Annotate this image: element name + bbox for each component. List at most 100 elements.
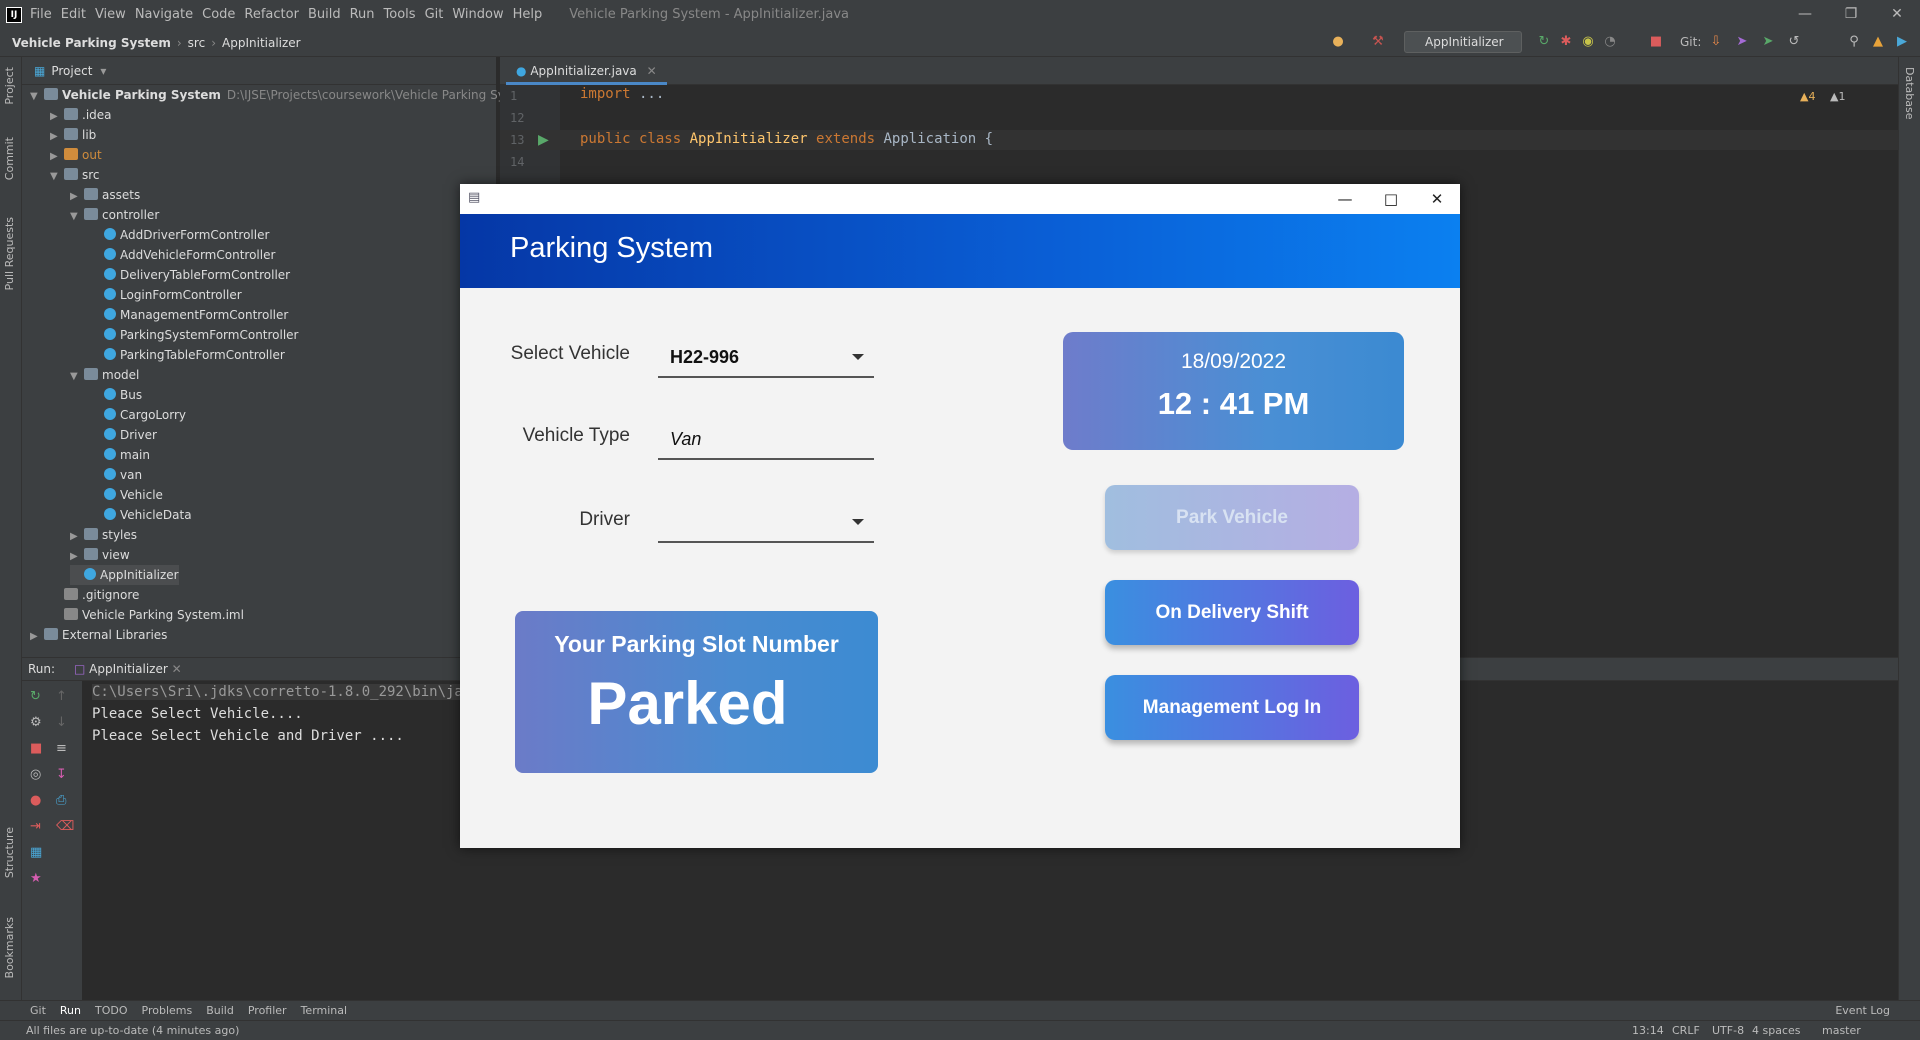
- tree-item[interactable]: Vehicle Parking System.iml: [50, 605, 244, 625]
- breadcrumb-project[interactable]: Vehicle Parking System: [12, 36, 171, 50]
- rerun-icon[interactable]: ↻: [1536, 34, 1552, 50]
- select-vehicle-combobox[interactable]: H22-996: [658, 336, 874, 378]
- status-message[interactable]: All files are up-to-date (4 minutes ago): [26, 1021, 239, 1040]
- menu-build[interactable]: Build: [308, 7, 341, 22]
- management-login-button[interactable]: Management Log In: [1105, 675, 1359, 740]
- chevron-down-icon[interactable]: ▼: [70, 367, 84, 387]
- settings-icon[interactable]: ⚙: [30, 715, 42, 730]
- update-icon[interactable]: ▲: [1870, 34, 1886, 50]
- layout-icon[interactable]: ▦: [30, 845, 42, 860]
- chevron-down-icon[interactable]: ▼: [50, 167, 64, 187]
- camera-icon[interactable]: ◎: [30, 767, 41, 782]
- code-with-me-icon[interactable]: ▶: [1894, 34, 1910, 50]
- breadcrumb-file[interactable]: AppInitializer: [222, 36, 301, 50]
- chevron-down-icon[interactable]: ▼: [30, 87, 44, 107]
- tree-item-root[interactable]: ▼ Vehicle Parking System D:\IJSE\Projects\…: [30, 85, 535, 105]
- tree-item[interactable]: main: [90, 445, 150, 465]
- tree-item[interactable]: Driver: [90, 425, 157, 445]
- tool-tab-project[interactable]: Project: [3, 67, 16, 105]
- debug-icon[interactable]: ✱: [1558, 34, 1574, 50]
- soft-wrap-icon[interactable]: ≡: [56, 741, 67, 756]
- tool-tab-profiler[interactable]: Profiler: [248, 1004, 287, 1017]
- indent-setting[interactable]: 4 spaces: [1752, 1021, 1801, 1040]
- tree-item[interactable]: AddVehicleFormController: [90, 245, 275, 265]
- close-icon[interactable]: ✕: [1874, 0, 1920, 29]
- close-tab-icon[interactable]: ✕: [647, 64, 657, 78]
- run-gutter-icon[interactable]: ▶: [538, 132, 549, 148]
- chevron-right-icon[interactable]: ▶: [30, 627, 44, 647]
- tool-tab-todo[interactable]: TODO: [95, 1004, 128, 1017]
- tool-tab-event-log[interactable]: Event Log: [1835, 1004, 1890, 1017]
- menu-tools[interactable]: Tools: [384, 7, 416, 22]
- tree-item[interactable]: ManagementFormController: [90, 305, 288, 325]
- park-vehicle-button[interactable]: Park Vehicle: [1105, 485, 1359, 550]
- restore-icon[interactable]: ❐: [1828, 0, 1874, 29]
- close-icon[interactable]: ✕: [1414, 184, 1460, 214]
- run-tab[interactable]: □ AppInitializer ✕: [74, 662, 182, 676]
- tree-item[interactable]: ▶ .idea: [50, 105, 112, 125]
- menu-refactor[interactable]: Refactor: [244, 7, 299, 22]
- chevron-down-icon[interactable]: ▾: [100, 64, 106, 78]
- tree-item[interactable]: van: [90, 465, 142, 485]
- tree-item[interactable]: ▼ src: [50, 165, 100, 185]
- driver-combobox[interactable]: [658, 501, 874, 543]
- git-commit-icon[interactable]: ➤: [1734, 34, 1750, 50]
- history-icon[interactable]: ↺: [1786, 34, 1802, 50]
- menu-view[interactable]: View: [95, 7, 126, 22]
- arrow-down-icon[interactable]: ↓: [56, 715, 67, 730]
- tool-tab-structure[interactable]: Structure: [3, 827, 16, 878]
- plug-icon[interactable]: ●: [30, 793, 41, 808]
- tool-tab-commit[interactable]: Commit: [3, 137, 16, 180]
- minimize-icon[interactable]: —: [1322, 184, 1368, 214]
- scroll-to-end-icon[interactable]: ↧: [56, 767, 67, 782]
- tree-item[interactable]: ▶ out: [50, 145, 102, 165]
- breadcrumb-src[interactable]: src: [188, 36, 206, 50]
- tree-item[interactable]: ▶ view: [70, 545, 130, 565]
- warning-icon[interactable]: ▲4: [1800, 90, 1815, 103]
- on-delivery-shift-button[interactable]: On Delivery Shift: [1105, 580, 1359, 645]
- tree-item[interactable]: ▼ model: [70, 365, 139, 385]
- tree-item[interactable]: ParkingTableFormController: [90, 345, 285, 365]
- tree-item[interactable]: AddDriverFormController: [90, 225, 269, 245]
- tool-tab-database[interactable]: Database: [1903, 67, 1916, 120]
- tree-item[interactable]: CargoLorry: [90, 405, 186, 425]
- tree-item[interactable]: DeliveryTableFormController: [90, 265, 290, 285]
- tree-item[interactable]: ▶ assets: [70, 185, 140, 205]
- project-panel-title[interactable]: Project: [51, 64, 92, 78]
- git-branch[interactable]: master: [1822, 1021, 1861, 1040]
- line-separator[interactable]: CRLF: [1672, 1021, 1700, 1040]
- tool-tab-problems[interactable]: Problems: [142, 1004, 193, 1017]
- coverage-icon[interactable]: ◉: [1580, 34, 1596, 50]
- tree-item[interactable]: LoginFormController: [90, 285, 242, 305]
- profile-icon[interactable]: ◔: [1602, 34, 1618, 50]
- minimize-icon[interactable]: —: [1782, 0, 1828, 29]
- menu-edit[interactable]: Edit: [61, 7, 86, 22]
- trash-icon[interactable]: ⌫: [56, 819, 74, 834]
- git-update-icon[interactable]: ⇩: [1708, 34, 1724, 50]
- maximize-icon[interactable]: □: [1368, 184, 1414, 214]
- tool-tab-pull-requests[interactable]: Pull Requests: [3, 217, 16, 290]
- vehicle-type-field[interactable]: Van: [658, 418, 874, 460]
- chevron-right-icon[interactable]: ▶: [70, 547, 84, 567]
- arrow-up-icon[interactable]: ↑: [56, 689, 67, 704]
- menu-navigate[interactable]: Navigate: [135, 7, 193, 22]
- exit-icon[interactable]: ⇥: [30, 819, 41, 834]
- hammer-icon[interactable]: ⚒: [1370, 34, 1386, 50]
- menu-help[interactable]: Help: [513, 7, 543, 22]
- search-icon[interactable]: ⚲: [1846, 34, 1862, 50]
- caret-position[interactable]: 13:14: [1632, 1021, 1664, 1040]
- tree-item[interactable]: ParkingSystemFormController: [90, 325, 299, 345]
- print-icon[interactable]: ⎙: [56, 793, 66, 808]
- chevron-right-icon[interactable]: ▶: [50, 147, 64, 167]
- chevron-right-icon[interactable]: ▶: [50, 127, 64, 147]
- stop-icon[interactable]: ■: [1648, 34, 1664, 50]
- menu-git[interactable]: Git: [425, 7, 444, 22]
- tree-item[interactable]: ▶ External Libraries: [30, 625, 167, 645]
- rerun-icon[interactable]: ↻: [30, 689, 41, 704]
- chevron-right-icon[interactable]: ▶: [70, 527, 84, 547]
- user-icon[interactable]: ●: [1330, 34, 1346, 50]
- chevron-down-icon[interactable]: ▼: [70, 207, 84, 227]
- tree-item[interactable]: Vehicle: [90, 485, 163, 505]
- tree-item[interactable]: VehicleData: [90, 505, 192, 525]
- tool-tab-build[interactable]: Build: [206, 1004, 234, 1017]
